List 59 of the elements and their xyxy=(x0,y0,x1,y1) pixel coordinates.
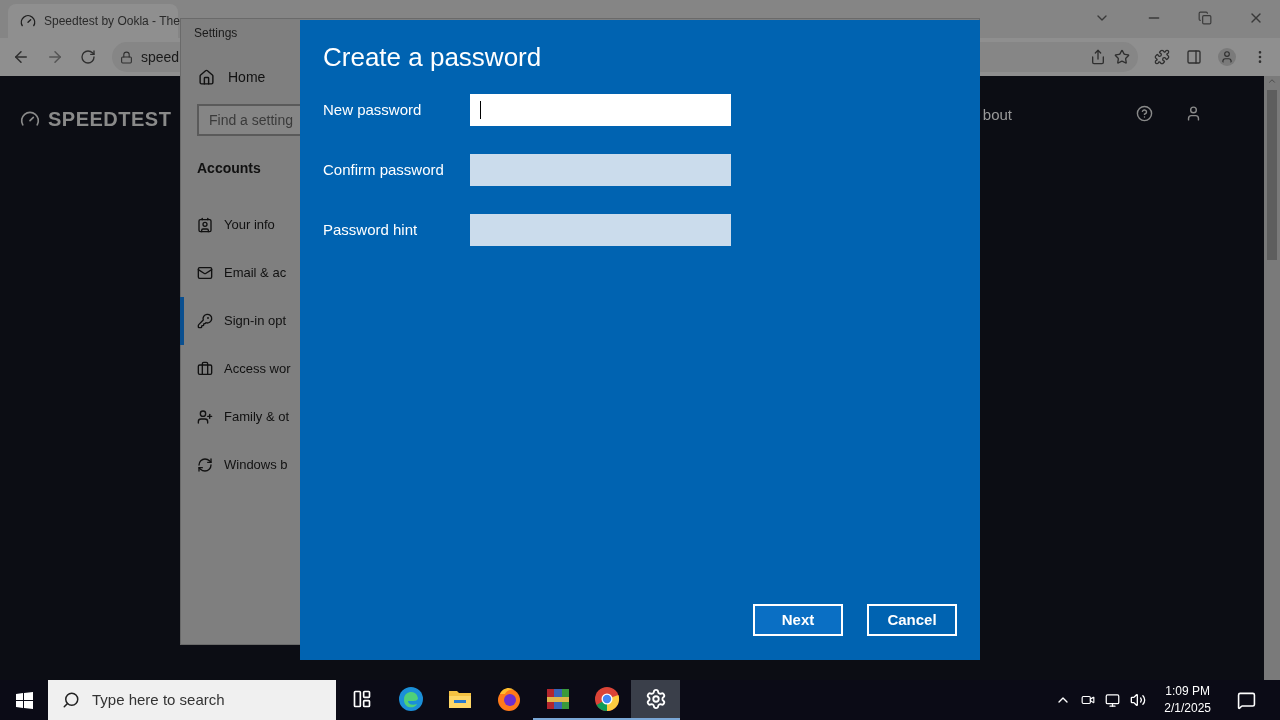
window-title: Settings xyxy=(194,25,239,42)
password-field[interactable] xyxy=(470,154,731,186)
taskbar-search-field[interactable]: Type here to search xyxy=(48,680,336,720)
side-panel-icon[interactable] xyxy=(1186,49,1202,65)
restore-icon[interactable] xyxy=(1198,11,1212,25)
settings-nav-item[interactable]: Family & ot xyxy=(180,393,301,441)
scrollbar[interactable] xyxy=(1264,76,1280,680)
bookmark-star-icon[interactable] xyxy=(1114,49,1130,65)
briefcase-icon xyxy=(197,361,213,377)
clock[interactable]: 1:09 PM 2/1/2025 xyxy=(1164,683,1211,717)
contact-card-icon xyxy=(197,217,213,233)
password-field[interactable] xyxy=(470,94,731,126)
mail-icon xyxy=(197,265,213,281)
notifications-icon[interactable] xyxy=(1237,690,1256,710)
home-icon xyxy=(198,68,215,86)
password-field[interactable] xyxy=(470,214,731,246)
network-icon[interactable] xyxy=(1105,692,1121,708)
settings-icon xyxy=(644,688,667,710)
folder-icon xyxy=(447,689,472,709)
scroll-thumb[interactable] xyxy=(1267,90,1277,260)
speedometer-icon xyxy=(20,13,36,29)
cancel-button[interactable]: Cancel xyxy=(867,604,957,636)
share-icon[interactable] xyxy=(1090,49,1106,65)
lock-icon xyxy=(120,50,133,64)
speedometer-icon xyxy=(20,109,40,129)
account-icon[interactable] xyxy=(1185,105,1202,122)
next-button[interactable]: Next xyxy=(753,604,843,636)
text-cursor xyxy=(480,101,481,119)
search-icon xyxy=(62,691,80,709)
reload-icon[interactable] xyxy=(80,49,96,65)
task-view-icon xyxy=(351,689,372,709)
settings-nav-item[interactable]: Windows b xyxy=(180,441,301,489)
windows-logo-icon[interactable] xyxy=(16,691,33,709)
chrome-logo-icon xyxy=(593,686,620,712)
profile-icon[interactable] xyxy=(1218,48,1236,66)
nav-link[interactable]: bout xyxy=(982,104,1012,127)
back-icon[interactable] xyxy=(12,48,30,66)
volume-icon[interactable] xyxy=(1130,692,1147,708)
home-nav-item[interactable]: Home xyxy=(181,62,301,92)
sync-icon xyxy=(197,457,213,473)
settings-nav-item[interactable]: Access wor xyxy=(180,345,301,393)
help-icon[interactable] xyxy=(1136,105,1153,122)
firefox-logo-icon xyxy=(495,686,522,712)
person-add-icon xyxy=(197,409,213,425)
taskbar-app[interactable] xyxy=(631,680,680,720)
settings-nav-item[interactable]: Your info xyxy=(180,201,301,249)
browser-tab[interactable]: Speedtest by Ookla - The xyxy=(8,4,178,38)
archive-books-icon xyxy=(544,686,571,712)
section-heading: Accounts xyxy=(197,159,262,178)
settings-nav-item[interactable]: Email & ac xyxy=(180,249,301,297)
extensions-icon[interactable] xyxy=(1154,49,1170,65)
field-label: Confirm password xyxy=(323,159,445,180)
dialog-title: Create a password xyxy=(323,41,542,74)
field-label: Password hint xyxy=(323,219,419,240)
forward-icon[interactable] xyxy=(46,48,64,66)
camera-icon[interactable] xyxy=(1081,693,1096,707)
site-logo[interactable]: SPEEDTEST xyxy=(48,104,172,134)
key-icon xyxy=(197,313,213,329)
edge-logo-icon xyxy=(397,686,424,712)
